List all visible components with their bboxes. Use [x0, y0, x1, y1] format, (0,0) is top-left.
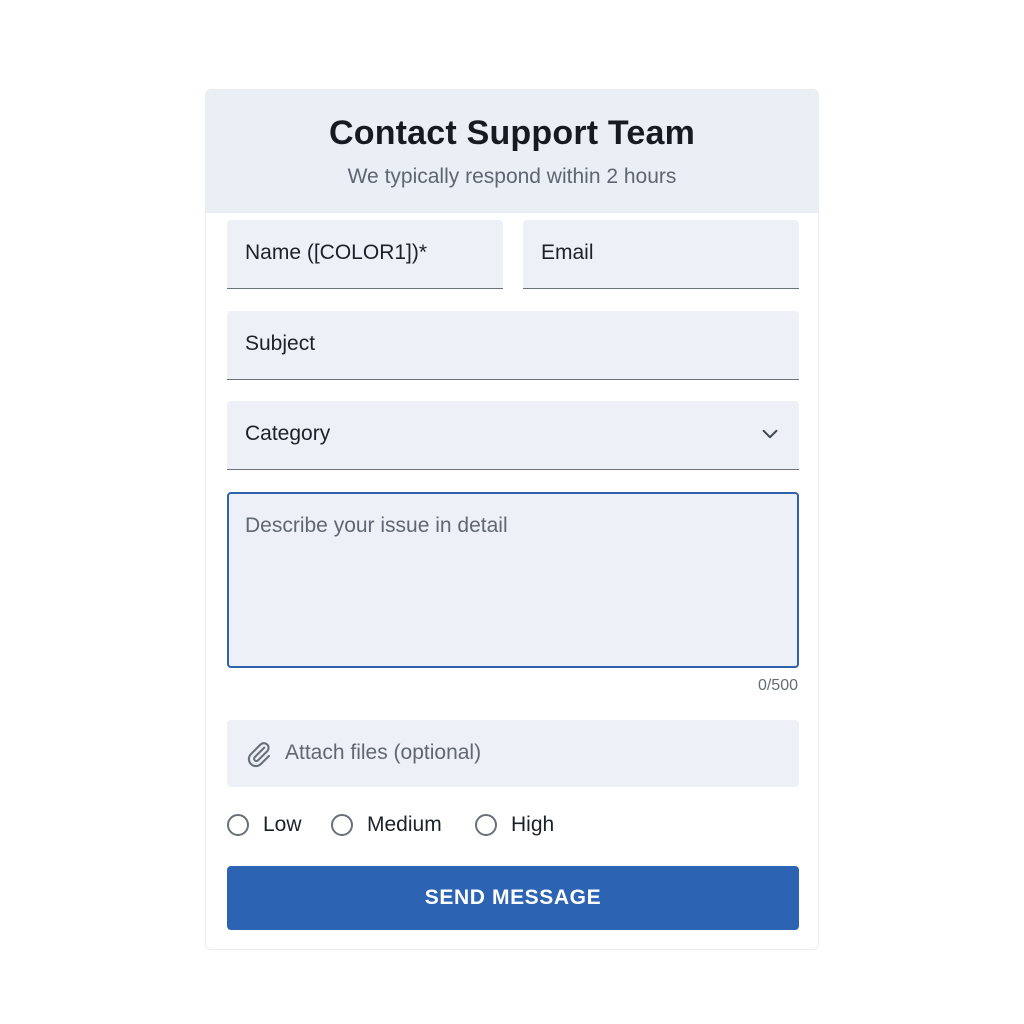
email-field[interactable]: Email: [523, 220, 799, 289]
description-placeholder: Describe your issue in detail: [245, 514, 508, 537]
priority-label-high: High: [511, 813, 555, 836]
form-subtitle: We typically respond within 2 hours: [347, 165, 677, 188]
email-field-label: Email: [541, 241, 594, 264]
radio-circle-icon[interactable]: [331, 814, 353, 836]
attach-files-label: Attach files (optional): [285, 741, 482, 764]
subject-field[interactable]: Subject: [227, 311, 799, 380]
priority-label-low: Low: [263, 813, 302, 836]
category-select[interactable]: Category: [227, 401, 799, 470]
radio-circle-icon[interactable]: [475, 814, 497, 836]
radio-circle-icon[interactable]: [227, 814, 249, 836]
form-title: Contact Support Team: [328, 114, 696, 152]
form-header: Contact Support Team We typically respon…: [206, 90, 818, 213]
char-counter: 0/500: [757, 677, 798, 694]
name-field-label: Name ([COLOR1])*: [245, 241, 428, 264]
send-message-button[interactable]: SEND MESSAGE: [227, 866, 799, 930]
attach-files-field[interactable]: Attach files (optional): [227, 720, 799, 787]
paperclip-icon: [247, 742, 270, 768]
contact-support-card: Contact Support Team We typically respon…: [205, 89, 819, 950]
subject-field-label: Subject: [245, 332, 316, 355]
chevron-down-icon[interactable]: [759, 423, 781, 445]
category-select-label: Category: [245, 422, 331, 445]
name-field[interactable]: Name ([COLOR1])*: [227, 220, 503, 289]
priority-label-medium: Medium: [367, 813, 442, 836]
description-textarea[interactable]: Describe your issue in detail: [227, 492, 799, 668]
